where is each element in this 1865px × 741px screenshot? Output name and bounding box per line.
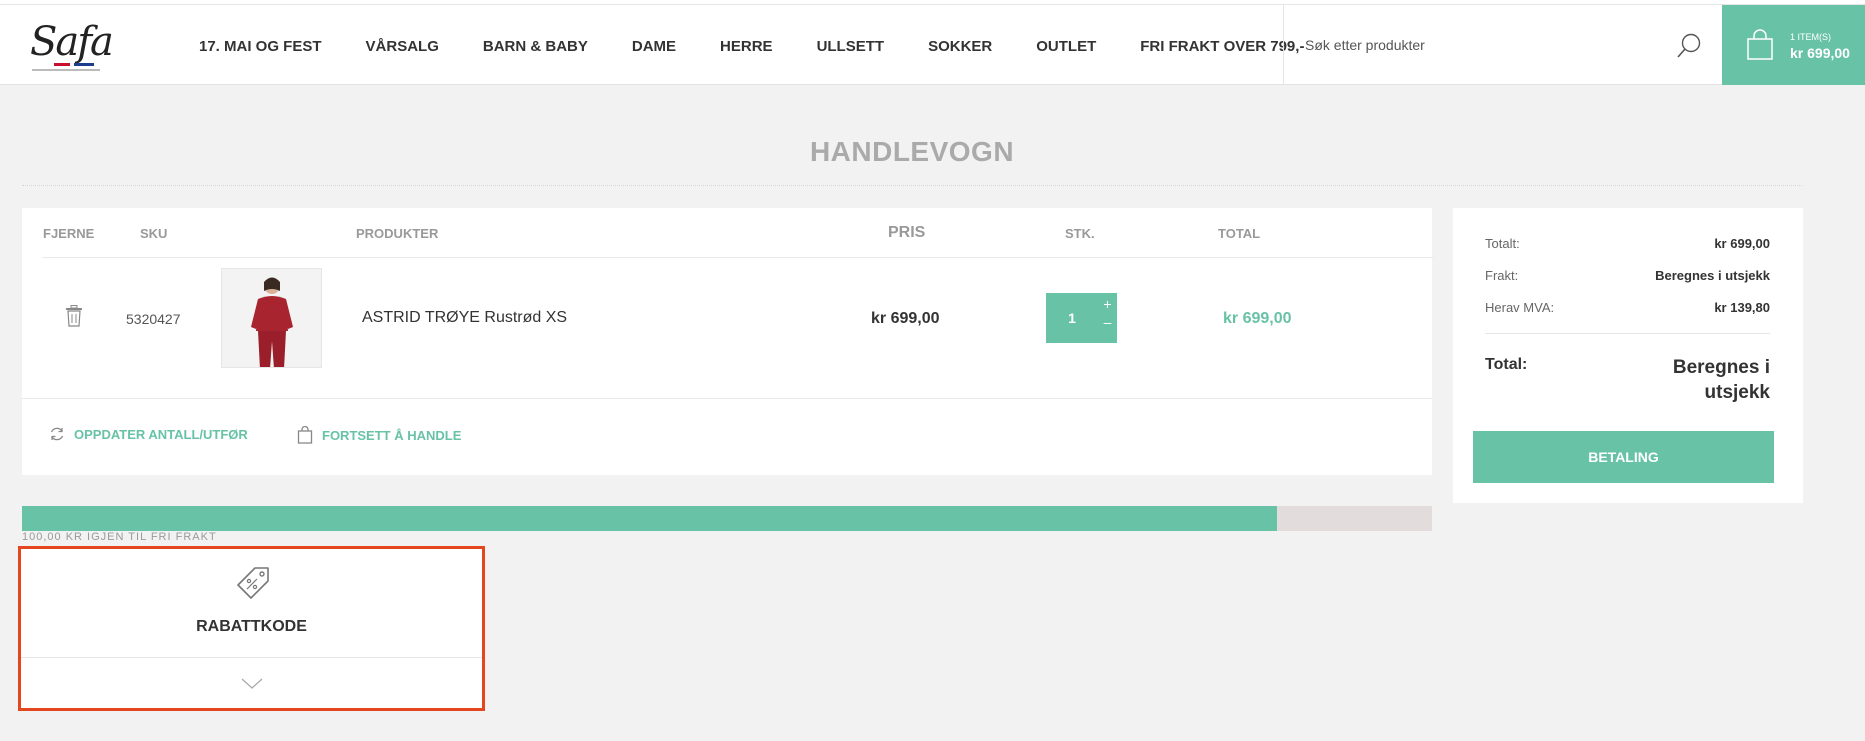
product-image[interactable] [221,268,322,368]
update-cart-button[interactable]: OPPDATER ANTALL/UTFØR [49,426,248,442]
nav-item-fri-frakt[interactable]: FRI FRAKT OVER 799,- [1140,38,1304,55]
nav-item-varsalg[interactable]: VÅRSALG [366,38,439,55]
refresh-icon [50,427,64,441]
header-divider [42,257,1434,258]
logo-flag-stripe [54,63,94,66]
cart-table: FJERNE SKU PRODUKTER PRIS STK. TOTAL 532… [22,208,1434,475]
header-sku: SKU [140,226,168,241]
header-total: TOTAL [1218,226,1261,241]
cart-item-count: 1 ITEM(S) [1790,32,1832,42]
summary-value: kr 699,00 [1714,236,1770,251]
shopping-bag-icon [297,426,313,444]
page-title: HANDLEVOGN [809,136,1015,167]
discount-divider [21,657,482,658]
safa-logo[interactable]: Safa [30,19,114,75]
discount-code-panel[interactable]: RABATTKODE [18,546,485,711]
continue-shopping-button[interactable]: FORTSETT Å HANDLE [297,426,461,444]
logo-tagline [32,69,100,71]
update-cart-label: OPPDATER ANTALL/UTFØR [74,426,248,442]
summary-row-vat: Herav MVA: kr 139,80 [1485,300,1770,315]
row-price: kr 699,00 [871,310,940,327]
free-shipping-progress [22,506,1432,531]
summary-row-shipping: Frakt: Beregnes i utsjekk [1485,268,1770,283]
search-box [1283,5,1722,85]
quantity-stepper[interactable]: 1 + – [1046,293,1117,343]
header-product: PRODUKTER [356,226,439,241]
summary-total-label: Total: [1485,356,1528,373]
search-icon[interactable] [1674,31,1704,61]
main-nav: 17. MAI OG FEST VÅRSALG BARN & BABY DAME… [199,38,1348,55]
row-divider [22,398,1432,399]
free-shipping-text: 100,00 KR IGJEN TIL FRI FRAKT [22,531,217,543]
summary-value: kr 139,80 [1714,300,1770,315]
trash-icon[interactable] [65,305,83,332]
chevron-down-icon[interactable] [241,677,263,695]
bag-icon [1746,29,1774,66]
summary-value: Beregnes i utsjekk [1655,268,1770,283]
header-remove: FJERNE [43,226,95,241]
nav-item-herre[interactable]: HERRE [720,38,773,55]
nav-item-dame[interactable]: DAME [632,38,676,55]
nav-item-17-mai[interactable]: 17. MAI OG FEST [199,38,322,55]
nav-item-sokker[interactable]: SOKKER [928,38,992,55]
discount-code-title: RABATTKODE [196,618,307,635]
continue-shopping-label: FORTSETT Å HANDLE [322,427,462,443]
price-tag-icon [235,565,271,606]
logo-wordmark: Safa [30,19,114,65]
summary-total-value: Beregnes i utsjekk [1672,357,1770,403]
nav-item-outlet[interactable]: OUTLET [1036,38,1096,55]
summary-label: Totalt: [1485,236,1520,251]
summary-label: Herav MVA: [1485,300,1555,315]
nav-item-ullsett[interactable]: ULLSETT [817,38,885,55]
summary-row-subtotal: Totalt: kr 699,00 [1485,236,1770,251]
order-summary: Totalt: kr 699,00 Frakt: Beregnes i utsj… [1453,208,1803,503]
summary-label: Frakt: [1485,268,1519,283]
checkout-button[interactable]: BETALING [1473,431,1774,483]
product-name-link[interactable]: ASTRID TRØYE Rustrød XS [362,309,567,327]
header-price: PRIS [888,224,926,241]
header-qty: STK. [1065,226,1095,241]
quantity-value[interactable]: 1 [1046,293,1098,343]
nav-item-barn-baby[interactable]: BARN & BABY [483,38,588,55]
mini-cart-button[interactable]: 1 ITEM(S) kr 699,00 [1722,5,1865,85]
free-shipping-progress-fill [22,506,1277,531]
minus-icon[interactable]: – [1098,314,1117,339]
title-divider [22,185,1802,186]
summary-divider [1485,333,1770,334]
row-sku: 5320427 [126,311,181,327]
search-input[interactable] [1305,30,1645,60]
row-total: kr 699,00 [1223,310,1292,327]
cart-amount: kr 699,00 [1790,45,1850,61]
